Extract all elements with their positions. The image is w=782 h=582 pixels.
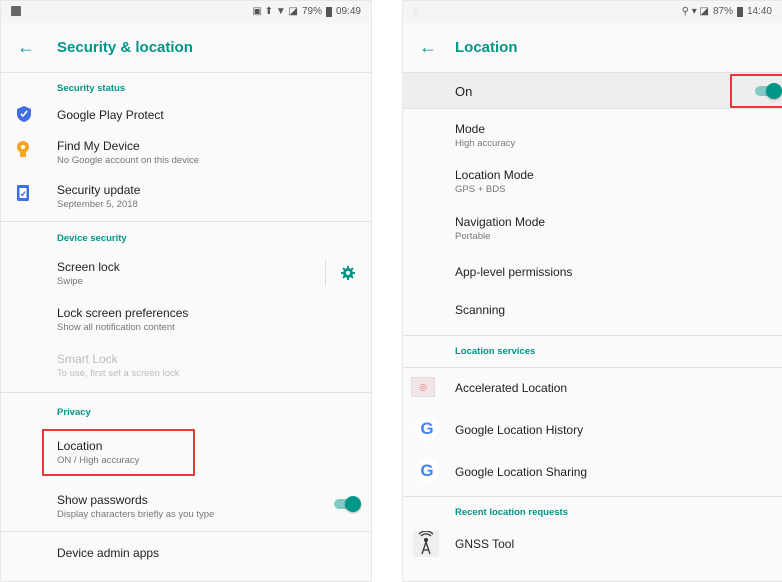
page-title: Location	[455, 39, 518, 56]
notification-icon	[11, 6, 21, 19]
item-subtitle: GPS + BDS	[455, 184, 506, 195]
clock: 09:49	[335, 6, 361, 17]
lock-screen-preferences-item[interactable]: Lock screen preferences Show all notific…	[1, 298, 371, 346]
item-title: Scanning	[455, 303, 506, 317]
navigation-mode-item[interactable]: Navigation Mode Portable	[403, 201, 782, 249]
back-arrow-icon[interactable]: ←	[17, 37, 35, 58]
item-title: App-level permissions	[455, 265, 573, 279]
section-header-location-services: Location services	[403, 336, 782, 368]
back-arrow-icon[interactable]: ←	[419, 37, 437, 58]
smart-lock-item: Smart Lock To use, first set a screen lo…	[1, 346, 371, 392]
gear-icon[interactable]	[341, 266, 355, 280]
recent-item-gnss-tool[interactable]: GNSS Tool	[403, 527, 782, 567]
item-title: Google Location Sharing	[455, 465, 588, 479]
item-title: Screen lock	[57, 260, 120, 274]
accelerated-location-icon: ◎	[411, 377, 435, 397]
item-subtitle: High accuracy	[455, 138, 516, 149]
item-title: Navigation Mode	[455, 215, 546, 229]
location-highlight-box	[42, 429, 195, 476]
screen-lock-item[interactable]: Screen lock Swipe	[1, 254, 371, 298]
item-title: Show passwords	[57, 493, 148, 507]
section-header-privacy: Privacy	[57, 407, 91, 418]
google-icon: G	[415, 459, 439, 483]
item-title: Location Mode	[455, 168, 534, 182]
vertical-separator	[325, 260, 326, 286]
google-icon: G	[415, 417, 439, 441]
scanning-item[interactable]: Scanning	[403, 287, 782, 325]
section-header-security-status: Security status	[57, 83, 126, 94]
item-title: Lock screen preferences	[57, 306, 189, 320]
battery-icon	[736, 6, 743, 17]
security-location-screen: ▣ ⬆ ▼ ◪ 79% 09:49 ← Security & location …	[0, 0, 372, 582]
device-admin-apps-item[interactable]: Device admin apps	[1, 532, 371, 562]
location-item[interactable]: Location ON / High accuracy	[1, 429, 371, 477]
shield-icon	[17, 106, 31, 122]
find-my-device-item[interactable]: Find My Device No Google account on this…	[1, 129, 371, 173]
app-bar: ← Security & location	[1, 23, 371, 73]
item-title: Find My Device	[57, 139, 140, 153]
section-header-recent-requests: Recent location requests	[455, 507, 568, 518]
item-title: Device admin apps	[57, 546, 160, 560]
location-mode-item[interactable]: Location Mode GPS + BDS	[403, 155, 782, 201]
status-bar: ▣ ⬆ ▼ ◪ 79% 09:49	[1, 1, 371, 23]
signal-icon: ▣ ⬆ ▼ ◪	[252, 6, 298, 17]
signal-icon: ⚲ ▾ ◪	[681, 6, 709, 17]
clock: 14:40	[746, 6, 772, 17]
item-title: Google Location History	[455, 423, 584, 437]
item-title: Security update	[57, 183, 141, 197]
item-subtitle: To use, first set a screen lock	[57, 368, 180, 379]
item-title: Accelerated Location	[455, 381, 568, 395]
service-item-google-location-sharing[interactable]: G Google Location Sharing	[403, 450, 782, 490]
item-title: GNSS Tool	[455, 537, 515, 551]
mode-item[interactable]: Mode High accuracy	[403, 109, 782, 155]
page-title: Security & location	[57, 39, 193, 56]
item-title: Smart Lock	[57, 352, 118, 366]
notification-icon: ◌	[413, 6, 419, 17]
update-icon	[17, 185, 29, 201]
item-subtitle: Display characters briefly as you type	[57, 509, 215, 520]
show-passwords-item[interactable]: Show passwords Display characters briefl…	[1, 477, 371, 525]
app-level-permissions-item[interactable]: App-level permissions	[403, 249, 782, 287]
item-subtitle: Portable	[455, 231, 491, 242]
show-passwords-toggle[interactable]	[334, 496, 361, 512]
item-subtitle: Swipe	[57, 276, 83, 287]
section-header-device-security: Device security	[57, 233, 127, 244]
item-subtitle: September 5, 2018	[57, 199, 138, 210]
master-switch-label: On	[455, 84, 473, 99]
item-subtitle: Show all notification content	[57, 322, 175, 333]
battery-percent: 87%	[712, 6, 733, 17]
item-subtitle: No Google account on this device	[57, 155, 200, 166]
battery-icon	[325, 6, 332, 17]
security-update-item[interactable]: Security update September 5, 2018	[1, 173, 371, 217]
find-device-icon	[17, 141, 29, 157]
item-title: Mode	[455, 122, 486, 136]
status-bar: ◌ ⚲ ▾ ◪ 87% 14:40	[403, 1, 782, 23]
item-title: Google Play Protect	[57, 108, 164, 122]
play-protect-item[interactable]: Google Play Protect	[1, 99, 371, 129]
location-master-switch[interactable]: On	[403, 73, 782, 109]
location-toggle[interactable]	[755, 83, 782, 99]
app-bar: ← Location	[403, 23, 782, 73]
location-screen: ◌ ⚲ ▾ ◪ 87% 14:40 ← Location On Mode Hig…	[402, 0, 782, 582]
battery-percent: 79%	[301, 6, 322, 17]
antenna-icon	[413, 531, 439, 557]
service-item-accelerated-location[interactable]: ◎ Accelerated Location	[403, 368, 782, 408]
service-item-google-location-history[interactable]: G Google Location History	[403, 408, 782, 450]
